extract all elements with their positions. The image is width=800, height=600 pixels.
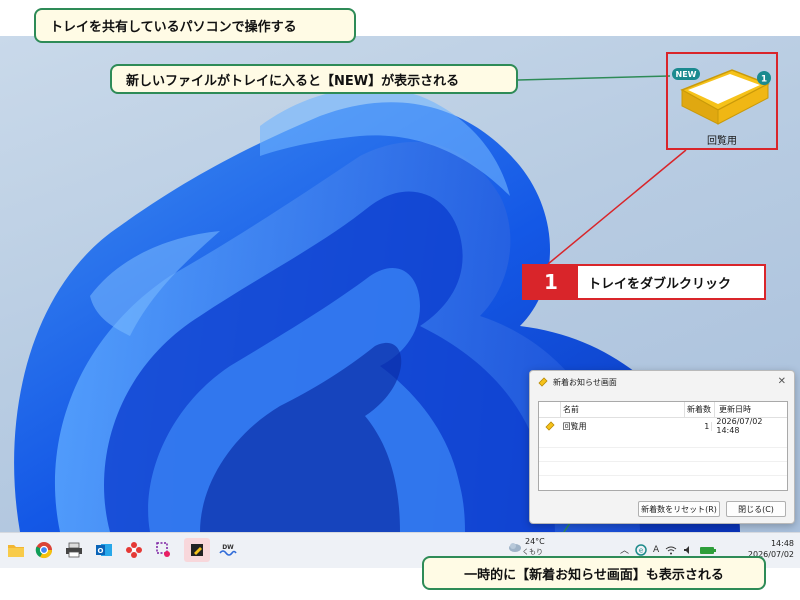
header-date[interactable]: 更新日時 (715, 404, 751, 415)
flower-app-icon[interactable] (124, 540, 144, 560)
close-button[interactable]: 閉じる(C) (726, 501, 786, 517)
docuworks-icon[interactable]: DW (218, 540, 238, 560)
outlook-icon[interactable]: O (94, 540, 114, 560)
svg-text:O: O (98, 547, 104, 555)
count-badge-text: 1 (761, 75, 767, 85)
step-text: トレイをダブルクリック (588, 276, 732, 292)
empty-row (539, 434, 787, 448)
tray-app-icon[interactable] (184, 538, 210, 562)
title-callout: トレイを共有しているパソコンで操作する (34, 8, 356, 43)
tray-label: 回覧用 (707, 136, 737, 147)
header-name[interactable]: 名前 (561, 401, 685, 418)
step-callout: 1 トレイをダブルクリック (522, 264, 766, 300)
weather-temp: 24°C (525, 537, 545, 546)
row-count: 1 (683, 421, 713, 431)
snip-tool-icon[interactable] (154, 540, 174, 560)
popup-callout: 一時的に【新着お知らせ画面】も表示される (422, 556, 766, 590)
new-badge-text: NEW (676, 70, 697, 79)
weather-widget[interactable]: 24°C くもり (508, 537, 545, 557)
chevron-up-icon[interactable]: ︿ (620, 543, 629, 556)
svg-text:e: e (639, 546, 643, 554)
wifi-icon[interactable] (665, 545, 677, 555)
folder-icon[interactable] (6, 540, 26, 560)
ime-indicator[interactable]: A (653, 545, 659, 555)
list-header: 名前 新着数 更新日時 (539, 401, 787, 418)
notification-title: 新着お知らせ画面 (553, 377, 617, 387)
list-item[interactable]: 回覧用 1 2026/07/02 14:48 (539, 417, 787, 435)
cloud-icon (509, 543, 521, 552)
tray-icon[interactable]: NEW 1 (670, 58, 776, 130)
chrome-icon[interactable] (34, 540, 54, 560)
step-number: 1 (524, 266, 578, 298)
battery-icon[interactable] (699, 545, 717, 555)
row-name: 回覧用 (562, 421, 587, 431)
pencil-tray-icon (538, 377, 548, 387)
empty-row (539, 462, 787, 476)
clock-time: 14:48 (770, 539, 794, 548)
system-tray: ︿ e A (620, 543, 717, 556)
printer-icon[interactable] (64, 540, 84, 560)
header-count[interactable]: 新着数 (685, 401, 715, 418)
new-badge-callout: 新しいファイルがトレイに入ると【NEW】が表示される (110, 64, 518, 94)
header-icon-col (539, 401, 561, 418)
notification-list: 名前 新着数 更新日時 回覧用 1 2026/07/02 14:48 (538, 401, 788, 491)
row-date: 2026/07/02 14:48 (716, 417, 763, 435)
svg-text:DW: DW (222, 544, 234, 551)
edge-icon[interactable]: e (635, 543, 647, 556)
empty-row (539, 448, 787, 462)
notification-window: 新着お知らせ画面 ✕ 名前 新着数 更新日時 回覧用 1 2026/07/02 … (529, 370, 795, 524)
notification-titlebar[interactable]: 新着お知らせ画面 (530, 371, 794, 393)
reset-count-button[interactable]: 新着数をリセット(R) (638, 501, 720, 517)
close-icon[interactable]: ✕ (778, 376, 786, 387)
tray-small-icon (539, 421, 561, 431)
speaker-icon[interactable] (683, 545, 693, 555)
